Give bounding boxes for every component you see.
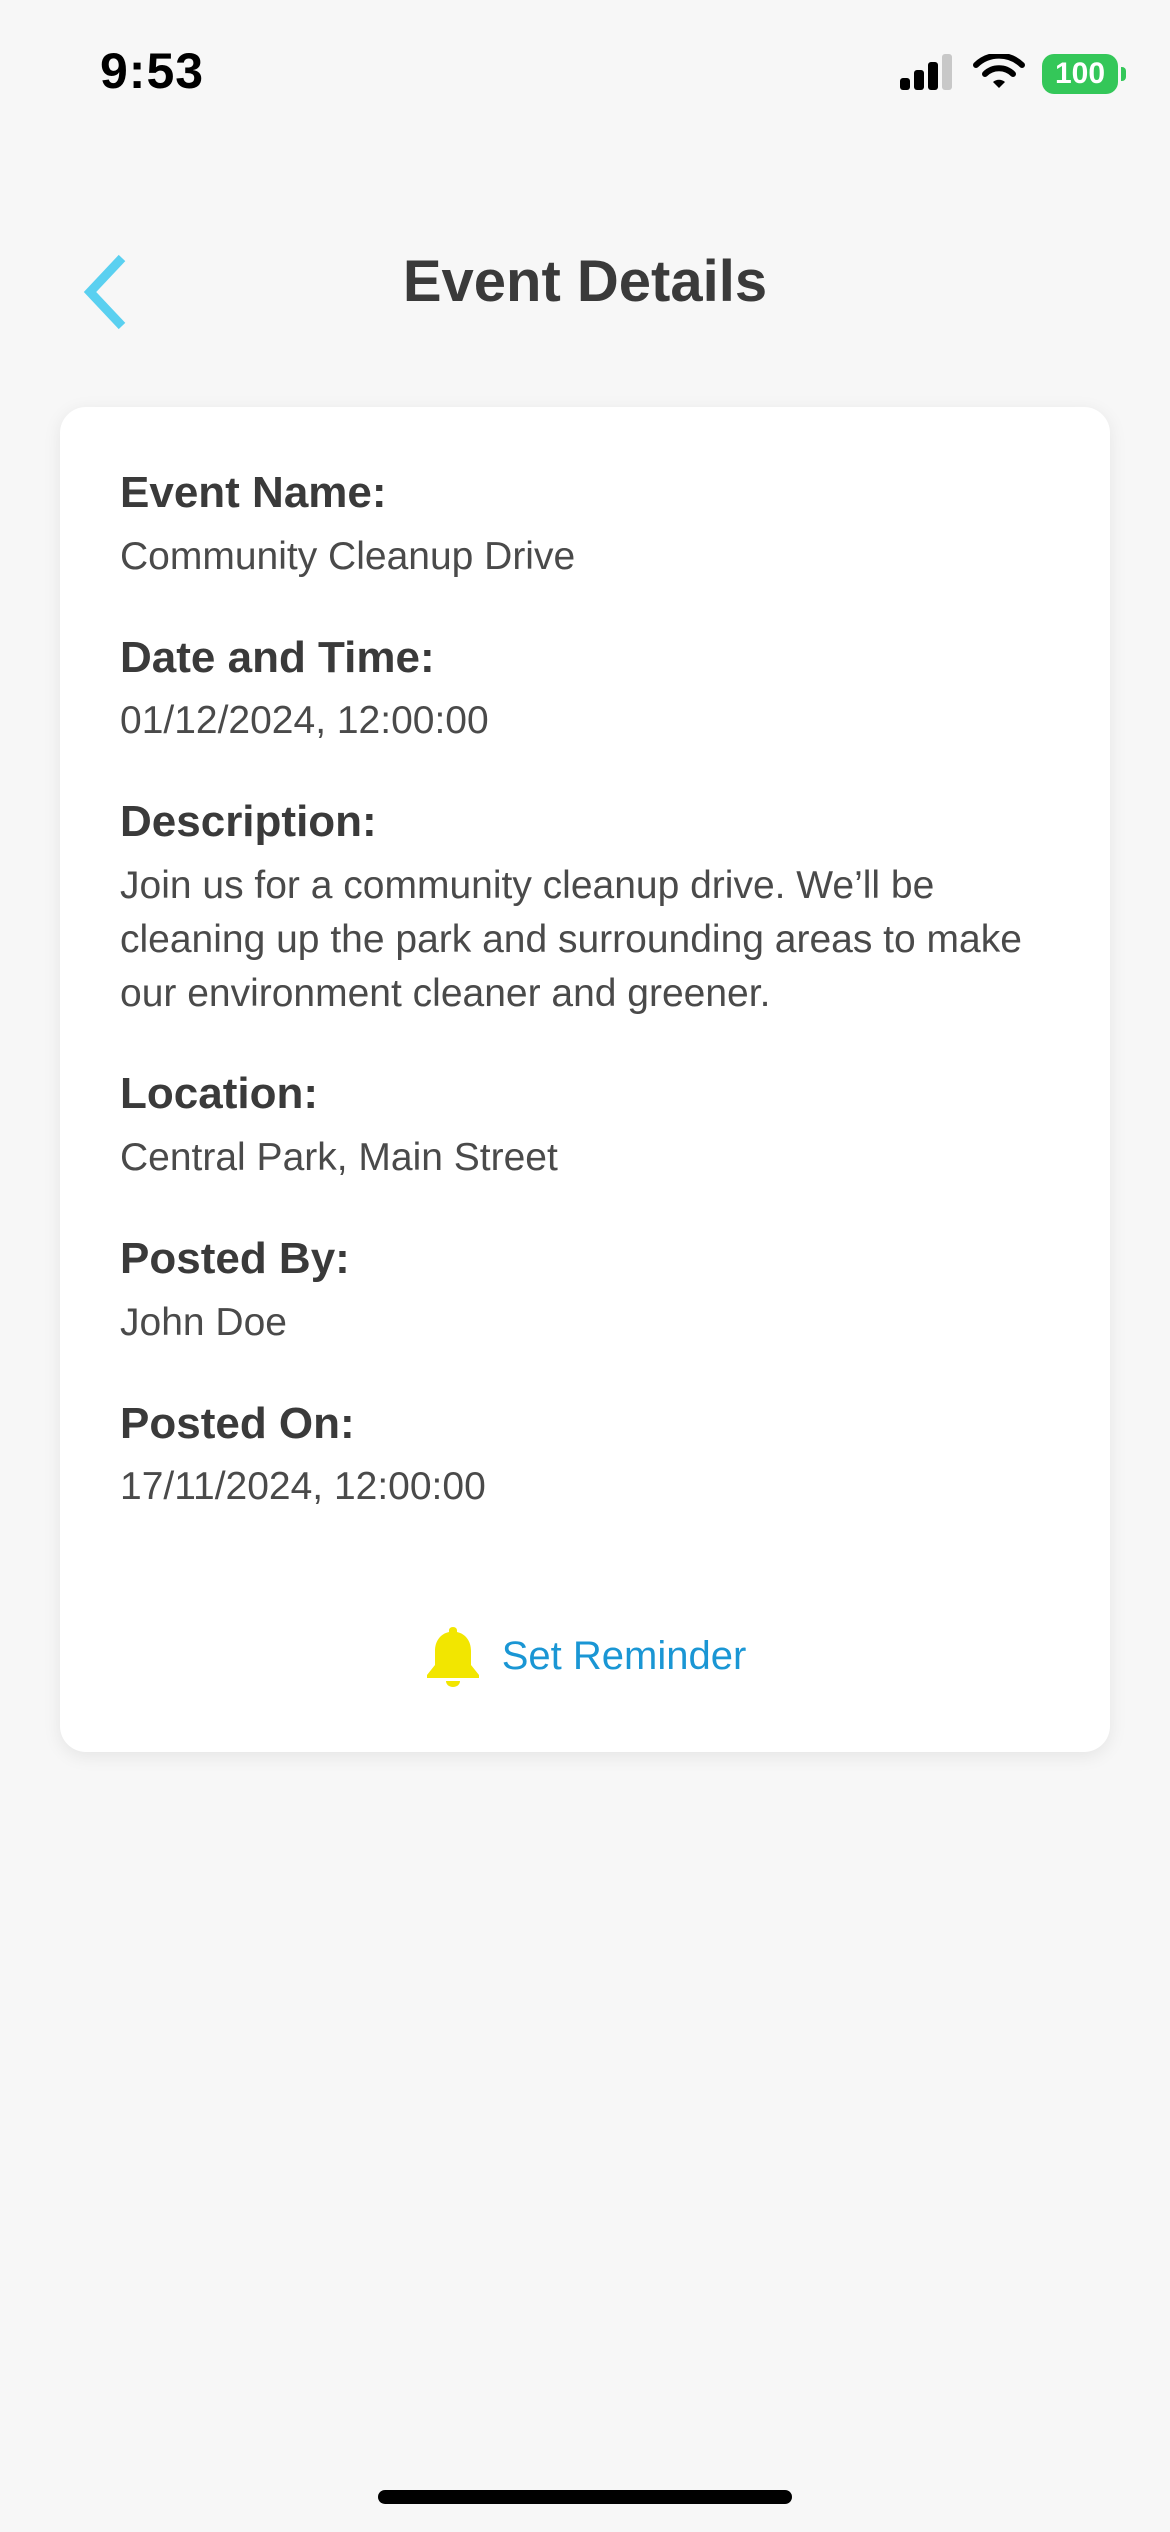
posted-on-field: Posted On: 17/11/2024, 12:00:00 (120, 1398, 1050, 1515)
header: Event Details (0, 230, 1170, 340)
set-reminder-label: Set Reminder (501, 1633, 747, 1678)
event-name-value: Community Cleanup Drive (120, 534, 576, 578)
wifi-icon (973, 54, 1025, 88)
posted-by-label: Posted By: (120, 1234, 350, 1284)
chevron-left-icon (83, 254, 126, 330)
location-label: Location: (120, 1069, 318, 1119)
event-name-field: Event Name: Community Cleanup Drive (120, 467, 1050, 584)
date-time-value: 01/12/2024, 12:00:00 (120, 699, 489, 743)
event-details-card: Event Name: Community Cleanup Drive Date… (60, 407, 1110, 1752)
set-reminder-button[interactable]: Set Reminder (60, 1625, 1110, 1687)
back-button[interactable] (80, 252, 140, 332)
cellular-signal-icon (900, 54, 952, 90)
battery-level: 100 (1054, 57, 1106, 90)
status-bar: 9:53 100 (0, 0, 1170, 150)
status-time: 9:53 (100, 43, 205, 99)
status-icons: 100 (900, 50, 1126, 98)
date-time-label: Date and Time: (120, 632, 435, 682)
event-name-label: Event Name: (120, 468, 387, 517)
posted-on-label: Posted On: (120, 1398, 355, 1448)
posted-by-field: Posted By: John Doe (120, 1233, 1050, 1350)
location-value: Central Park, Main Street (120, 1136, 558, 1180)
page-title: Event Details (402, 249, 768, 314)
bell-icon (426, 1627, 479, 1687)
posted-by-value: John Doe (120, 1300, 287, 1344)
battery-cap (1121, 67, 1126, 81)
description-label: Description: (120, 797, 377, 847)
description-value: Join us for a community cleanup drive. W… (120, 864, 1022, 1015)
date-time-field: Date and Time: 01/12/2024, 12:00:00 (120, 632, 1050, 749)
home-indicator[interactable] (378, 2490, 792, 2504)
description-field: Description: Join us for a community cle… (120, 796, 1050, 1020)
posted-on-value: 17/11/2024, 12:00:00 (120, 1465, 486, 1509)
battery-icon: 100 (1042, 54, 1126, 94)
location-field: Location: Central Park, Main Street (120, 1068, 1050, 1185)
